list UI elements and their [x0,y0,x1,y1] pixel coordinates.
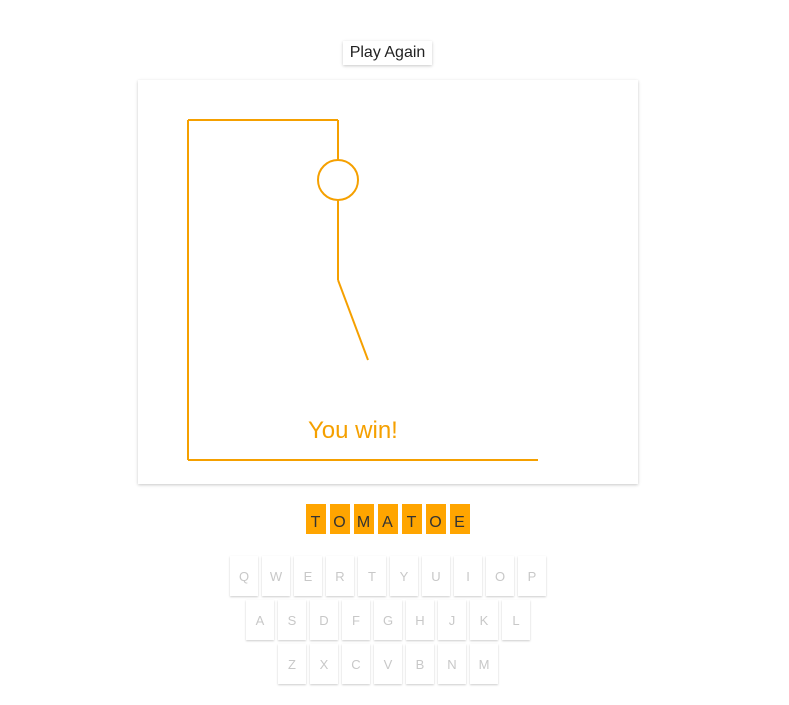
keyboard-row-3: Z X C V B N M [278,644,502,684]
key-s[interactable]: S [278,600,306,640]
key-a[interactable]: A [246,600,274,640]
word-letter: T [306,504,326,534]
key-b[interactable]: B [406,644,434,684]
key-y[interactable]: Y [390,556,418,596]
word-letter: T [402,504,422,534]
key-u[interactable]: U [422,556,450,596]
keyboard-row-1: Q W E R T Y U I O P [230,556,550,596]
word-letter: E [450,504,470,534]
key-d[interactable]: D [310,600,338,640]
word-letter: M [354,504,374,534]
key-c[interactable]: C [342,644,370,684]
key-n[interactable]: N [438,644,466,684]
key-m[interactable]: M [470,644,498,684]
key-o[interactable]: O [486,556,514,596]
word-letter: O [426,504,446,534]
key-g[interactable]: G [374,600,402,640]
hangman-head [317,159,359,201]
key-e[interactable]: E [294,556,322,596]
key-z[interactable]: Z [278,644,306,684]
hangman-leg [337,279,369,361]
key-r[interactable]: R [326,556,354,596]
key-p[interactable]: P [518,556,546,596]
key-t[interactable]: T [358,556,386,596]
word-letter: A [378,504,398,534]
key-x[interactable]: X [310,644,338,684]
hangman-board: You win! [138,80,638,484]
key-q[interactable]: Q [230,556,258,596]
play-again-button[interactable]: Play Again [343,41,432,65]
key-w[interactable]: W [262,556,290,596]
key-k[interactable]: K [470,600,498,640]
key-h[interactable]: H [406,600,434,640]
key-f[interactable]: F [342,600,370,640]
key-i[interactable]: I [454,556,482,596]
game-status-text: You win! [308,417,398,444]
hangman-page: Play Again You win! T O M A T O E Q W E [0,0,789,705]
key-j[interactable]: J [438,600,466,640]
key-v[interactable]: V [374,644,402,684]
keyboard-row-2: A S D F G H J K L [246,600,534,640]
word-display: T O M A T O E [306,504,474,534]
key-l[interactable]: L [502,600,530,640]
word-letter: O [330,504,350,534]
